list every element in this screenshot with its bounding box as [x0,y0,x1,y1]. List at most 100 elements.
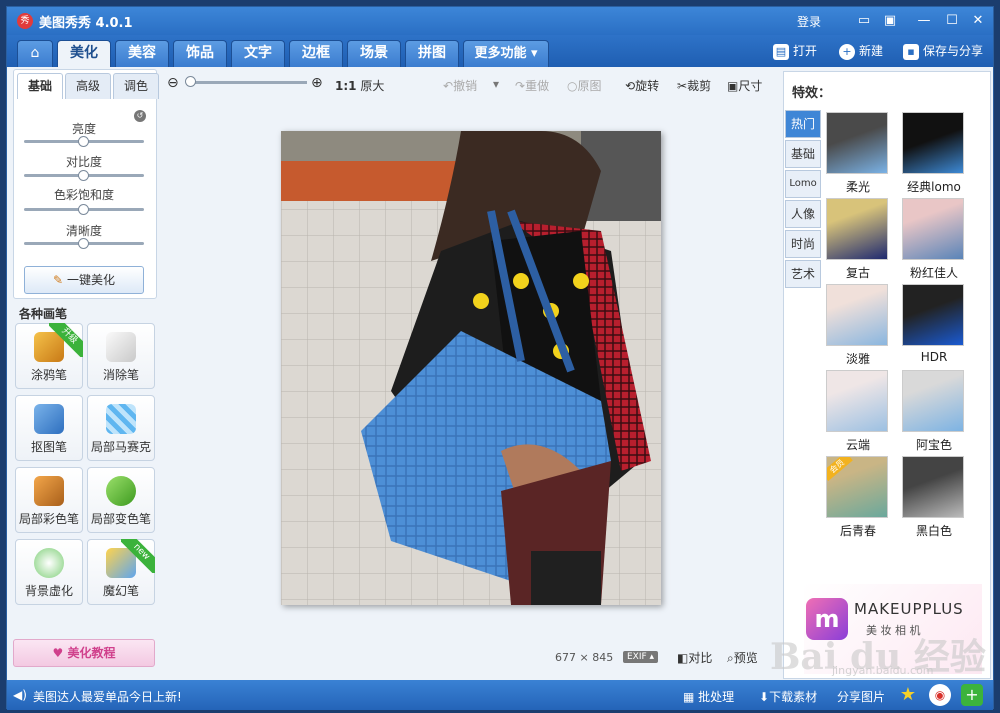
upgrade-badge: 升级 [49,323,83,357]
effect-thumb-vintage[interactable] [826,198,888,260]
undo-button[interactable]: ↶撤销 [443,77,477,94]
magic-brush-tool[interactable]: 魔幻笔 new [87,539,155,605]
one-click-label: 一键美化 [66,273,115,287]
effect-thumb-black-white[interactable] [902,456,964,518]
zoom-out-icon[interactable]: ⊖ [167,75,179,91]
effect-category-art[interactable]: 艺术 [785,260,821,288]
effect-category-fashion[interactable]: 时尚 [785,230,821,258]
subtab-color[interactable]: 调色 [113,73,159,99]
new-badge-label: new [121,539,155,573]
new-badge: new [121,539,155,573]
local-color-brush-tool[interactable]: 局部彩色笔 [15,467,83,533]
beautify-tutorial-button[interactable]: ♥ 美化教程 [13,639,155,667]
zoom-in-icon[interactable]: ⊕ [311,75,323,91]
effect-category-basic[interactable]: 基础 [785,140,821,168]
new-button[interactable]: + 新建 [839,42,883,60]
tab-beauty[interactable]: 美容 [115,40,169,67]
share-image-button[interactable]: 分享图片 [837,688,885,705]
effect-thumb-youth[interactable]: 会员 [826,456,888,518]
resize-icon: ▣ [727,79,739,93]
new-label: 新建 [859,44,884,58]
download-label: 下载素材 [769,690,818,704]
cutout-brush-tool[interactable]: 抠图笔 [15,395,83,461]
redo-button[interactable]: ↷重做 [515,77,549,94]
rotate-button[interactable]: ⟲旋转 [625,77,659,94]
one-click-beautify-button[interactable]: ✎ 一键美化 [24,266,144,294]
eraser-brush-tool[interactable]: 消除笔 [87,323,155,389]
subtab-advanced[interactable]: 高级 [65,73,111,99]
tab-text[interactable]: 文字 [231,40,285,67]
tab-accessories[interactable]: 饰品 [173,40,227,67]
crop-button[interactable]: ✂裁剪 [677,77,711,94]
doodle-brush-tool[interactable]: 涂鸦笔 升级 [15,323,83,389]
star-icon[interactable]: ★ [897,684,919,706]
times-sign: × [579,651,589,664]
blur-icon [34,548,64,578]
resize-button[interactable]: ▣尺寸 [727,77,762,94]
actual-size-button[interactable]: 1:1 原大 [335,77,384,94]
saturation-slider-knob[interactable] [78,204,89,215]
paintbrush-icon [34,476,64,506]
tab-frame[interactable]: 边框 [289,40,343,67]
weibo-icon[interactable]: ◉ [929,684,951,706]
cutout-pen-icon [34,404,64,434]
doodle-brush-label: 涂鸦笔 [30,368,67,382]
effect-category-portrait[interactable]: 人像 [785,200,821,228]
effect-thumb-elegant[interactable] [826,284,888,346]
local-mosaic-tool[interactable]: 局部马赛克 [87,395,155,461]
maximize-icon[interactable]: ☐ [943,12,961,30]
tab-scene[interactable]: 场景 [347,40,401,67]
original-button[interactable]: ○原图 [567,77,602,94]
scissors-icon: ✂ [677,79,688,93]
download-materials-button[interactable]: ⬇下载素材 [759,688,817,705]
effect-thumb-pink-lady[interactable] [902,198,964,260]
brightness-slider-knob[interactable] [78,136,89,147]
skin-icon[interactable]: ▣ [881,12,899,30]
news-ticker[interactable]: 美图达人最爱单品今日上新! [33,688,182,705]
tab-more-features[interactable]: 更多功能 ▾ [463,40,549,67]
compare-button[interactable]: ◧对比 [677,649,712,666]
ad-brand: MAKEUPPLUS [854,600,964,618]
tab-collage[interactable]: 拼图 [405,40,459,67]
cutout-brush-label: 抠图笔 [30,440,67,454]
compare-label: 对比 [688,651,713,665]
image-width: 677 [555,651,576,664]
open-button[interactable]: ▤ 打开 [773,42,817,60]
contrast-slider-knob[interactable] [78,170,89,181]
login-link[interactable]: 登录 [797,13,821,30]
background-blur-tool[interactable]: 背景虚化 [15,539,83,605]
zoom-slider[interactable] [187,81,307,84]
batch-button[interactable]: ▦ 批处理 [683,688,734,705]
sharpness-slider-knob[interactable] [78,238,89,249]
eraser-brush-label: 消除笔 [102,368,139,382]
effect-thumb-cloud[interactable] [826,370,888,432]
minimize-icon[interactable]: — [915,12,933,30]
magnifier-icon: ⌕ [727,651,734,665]
close-icon[interactable]: ✕ [969,12,987,30]
exif-button[interactable]: EXIF ▴ [623,651,659,663]
magic-brush-label: 魔幻笔 [102,584,139,598]
photo-canvas[interactable] [281,131,661,605]
undo-dropdown-icon[interactable]: ▾ [493,77,499,91]
sharpness-label: 清晰度 [65,224,102,238]
zoom-slider-knob[interactable] [185,76,196,87]
subtab-basic[interactable]: 基础 [17,73,63,99]
local-recolor-brush-tool[interactable]: 局部变色笔 [87,467,155,533]
eraser-icon [106,332,136,362]
effect-thumb-hdr[interactable] [902,284,964,346]
preview-button[interactable]: ⌕预览 [727,649,758,666]
rotate-label: 旋转 [635,79,660,93]
effect-thumb-classic-lomo[interactable] [902,112,964,174]
paint-bucket-icon [106,476,136,506]
effect-category-hot[interactable]: 热门 [785,110,821,138]
local-color-brush-label: 局部彩色笔 [18,512,79,526]
save-share-button[interactable]: ▪ 保存与分享 [903,42,983,60]
add-icon[interactable]: + [961,684,983,706]
feedback-icon[interactable]: ▭ [855,12,873,30]
effect-category-lomo[interactable]: Lomo [785,170,821,198]
effect-thumb-abao[interactable] [902,370,964,432]
home-icon[interactable]: ⌂ [17,40,53,67]
effect-thumb-soft-light[interactable] [826,112,888,174]
image-dimensions: 677 × 845 [555,651,613,664]
tab-beautify[interactable]: 美化 [57,40,111,67]
